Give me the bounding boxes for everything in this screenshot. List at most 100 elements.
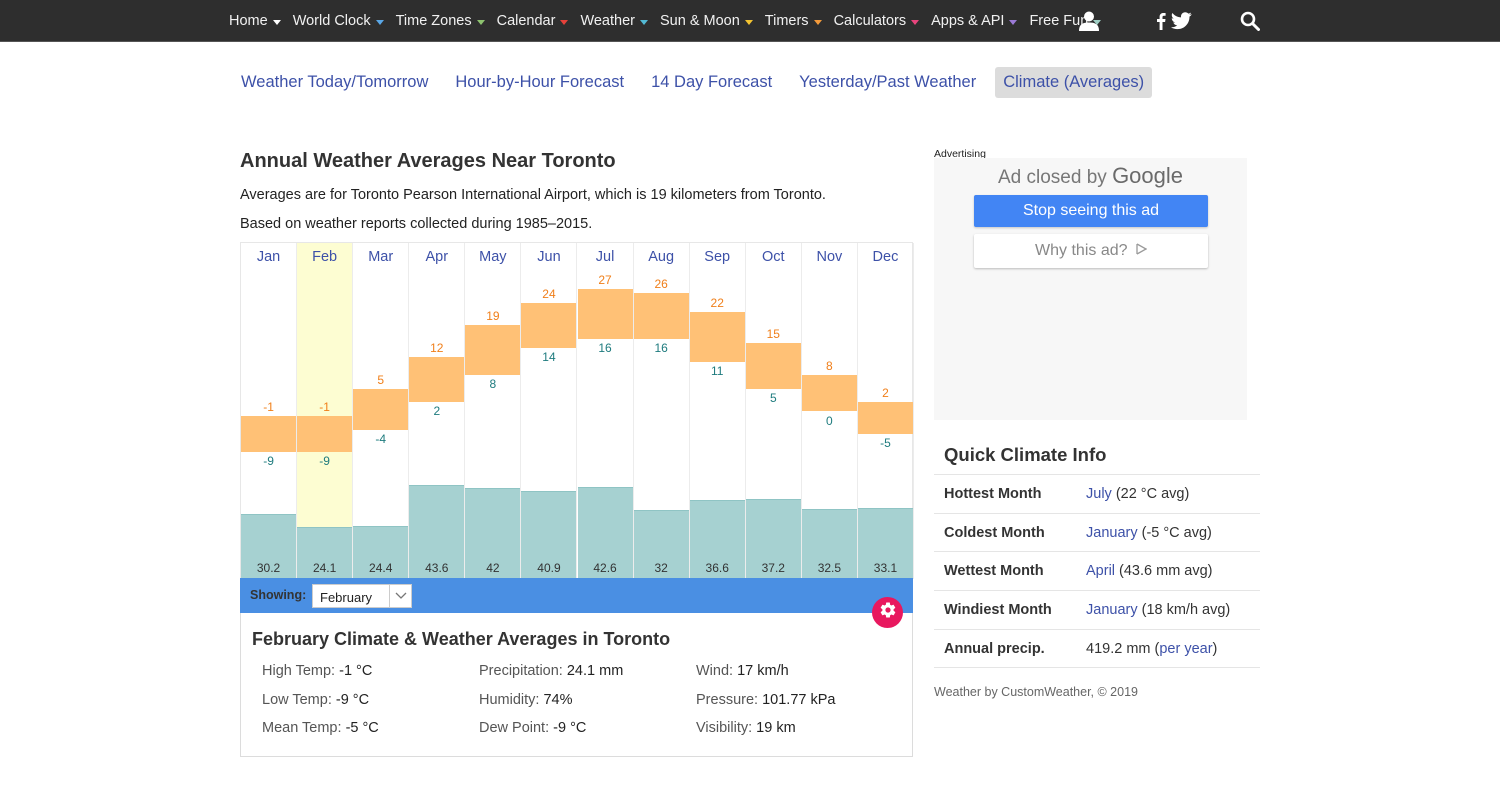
precipitation-label: 42.6 (593, 561, 617, 575)
nav-item-apps-api[interactable]: Apps & API (931, 13, 1018, 29)
tab-hour-by-hour-forecast[interactable]: Hour-by-Hour Forecast (447, 67, 632, 98)
search-icon[interactable] (1240, 11, 1260, 36)
facebook-icon[interactable] (1156, 12, 1166, 35)
stat-label: Humidity: (479, 692, 540, 708)
chart-column-jun[interactable]: Jun 24 14 40.9 (521, 243, 578, 579)
month-label[interactable]: May (465, 249, 520, 265)
stat-low-temp: Low Temp: -9 °C (262, 692, 369, 708)
caret-down-icon (272, 19, 281, 25)
caret-down-icon (911, 19, 920, 25)
low-temp-label: 2 (433, 404, 441, 419)
quick-climate-value: July (22 °C avg) (1086, 486, 1189, 502)
low-temp-label: -9 (263, 454, 274, 469)
user-icon[interactable] (1078, 10, 1100, 37)
tab-weather-today-tomorrow[interactable]: Weather Today/Tomorrow (233, 67, 436, 98)
temp-range-bar (241, 416, 297, 453)
quick-climate-link[interactable]: January (1086, 602, 1138, 618)
stop-seeing-ad-button[interactable]: Stop seeing this ad (974, 195, 1208, 227)
month-label[interactable]: Feb (297, 249, 352, 265)
nav-item-home[interactable]: Home (229, 13, 281, 29)
chart-column-nov[interactable]: Nov 8 0 32.5 (801, 243, 858, 579)
chart-column-dec[interactable]: Dec 2 -5 33.1 (857, 243, 914, 579)
nav-item-time-zones[interactable]: Time Zones (396, 13, 485, 29)
caret-down-icon (639, 19, 648, 25)
stat-label: Precipitation: (479, 663, 563, 679)
low-temp-label: 8 (489, 377, 497, 392)
intro-location: Averages are for Toronto Pearson Interna… (240, 187, 826, 203)
adchoices-icon (1136, 234, 1148, 268)
chart-column-jan[interactable]: Jan -1 -9 30.2 (241, 243, 298, 579)
chart-column-feb[interactable]: Feb -1 -9 24.1 (297, 243, 354, 579)
stat-label: High Temp: (262, 663, 336, 679)
month-label[interactable]: Nov (802, 249, 857, 265)
quick-climate-link[interactable]: per year (1159, 641, 1212, 657)
quick-climate-title: Quick Climate Info (944, 444, 1107, 465)
temp-range-bar (745, 343, 801, 389)
quick-climate-key: Hottest Month (944, 486, 1042, 502)
temp-range-bar (465, 325, 521, 376)
temp-range-bar (689, 311, 745, 362)
quick-climate-link[interactable]: April (1086, 563, 1115, 579)
stat-value: -1 °C (339, 663, 373, 679)
month-label[interactable]: Jul (578, 249, 633, 265)
quick-climate-value: January (-5 °C avg) (1086, 525, 1212, 541)
month-label[interactable]: Jun (521, 249, 576, 265)
quick-climate-key: Annual precip. (944, 640, 1045, 657)
month-select[interactable]: February (312, 584, 412, 608)
nav-item-timers[interactable]: Timers (765, 13, 822, 29)
nav-item-weather[interactable]: Weather (580, 13, 648, 29)
high-temp-label: 15 (766, 327, 780, 342)
precipitation-label: 37.2 (761, 561, 785, 575)
tab-14-day-forecast[interactable]: 14 Day Forecast (643, 67, 780, 98)
nav-item-world-clock[interactable]: World Clock (293, 13, 384, 29)
gear-icon (879, 601, 897, 624)
credit-text: Weather by CustomWeather, © 2019 (934, 685, 1138, 699)
tab-climate-averages[interactable]: Climate (Averages) (995, 67, 1153, 98)
settings-button[interactable] (872, 597, 903, 628)
chart-column-oct[interactable]: Oct 15 5 37.2 (745, 243, 802, 579)
chart-column-mar[interactable]: Mar 5 -4 24.4 (353, 243, 410, 579)
quick-climate-link[interactable]: July (1086, 486, 1112, 502)
nav-item-calculators[interactable]: Calculators (834, 13, 920, 29)
precipitation-label: 40.9 (537, 561, 561, 575)
chart-column-apr[interactable]: Apr 12 2 43.6 (409, 243, 466, 579)
stat-value: 101.77 kPa (762, 692, 836, 708)
month-label[interactable]: Aug (634, 249, 689, 265)
quick-climate-key: Coldest Month (944, 524, 1045, 541)
quick-climate-link[interactable]: January (1086, 525, 1138, 541)
chart-column-jul[interactable]: Jul 27 16 42.6 (577, 243, 634, 579)
why-this-ad-button[interactable]: Why this ad? (974, 234, 1208, 268)
month-label[interactable]: Mar (353, 249, 408, 265)
precipitation-label: 24.4 (369, 561, 393, 575)
twitter-icon[interactable] (1171, 12, 1192, 35)
month-label[interactable]: Apr (409, 249, 464, 265)
month-label[interactable]: Sep (690, 249, 745, 265)
quick-climate-value: January (18 km/h avg) (1086, 602, 1230, 618)
precipitation-label: 33.1 (873, 561, 898, 575)
nav-item-label: Calendar (496, 13, 556, 29)
high-temp-label: 5 (377, 372, 385, 387)
month-label[interactable]: Jan (241, 249, 296, 265)
stat-label: Pressure: (696, 692, 759, 708)
nav-item-sun-moon[interactable]: Sun & Moon (660, 13, 753, 29)
tab-yesterday-past-weather[interactable]: Yesterday/Past Weather (791, 67, 984, 98)
temp-range-bar (857, 402, 913, 435)
month-label[interactable]: Dec (858, 249, 913, 265)
chart-column-sep[interactable]: Sep 22 11 36.6 (689, 243, 746, 579)
high-temp-label: 12 (430, 341, 444, 356)
month-label[interactable]: Oct (746, 249, 801, 265)
climate-chart: Jan -1 -9 30.2 Feb -1 -9 24.1 Mar 5 -4 24.4 Apr 12 2 43… (240, 242, 914, 579)
chart-column-aug[interactable]: Aug 26 16 32 (633, 243, 690, 579)
high-temp-label: 27 (598, 272, 612, 287)
quick-climate-row-windiest-month: Windiest Month January (18 km/h avg) (934, 591, 1260, 630)
caret-down-icon (476, 19, 485, 25)
ad-box: Ad closed by Google Stop seeing this ad … (934, 158, 1247, 420)
month-select-value: February (320, 590, 373, 605)
nav-item-calendar[interactable]: Calendar (497, 13, 569, 29)
precipitation-label: 36.6 (705, 561, 729, 575)
stat-value: -5 °C (345, 720, 379, 736)
high-temp-label: 22 (710, 295, 724, 310)
chart-column-may[interactable]: May 19 8 42 (465, 243, 522, 579)
page-title: Annual Weather Averages Near Toronto (240, 150, 616, 172)
precipitation-label: 30.2 (256, 561, 281, 575)
